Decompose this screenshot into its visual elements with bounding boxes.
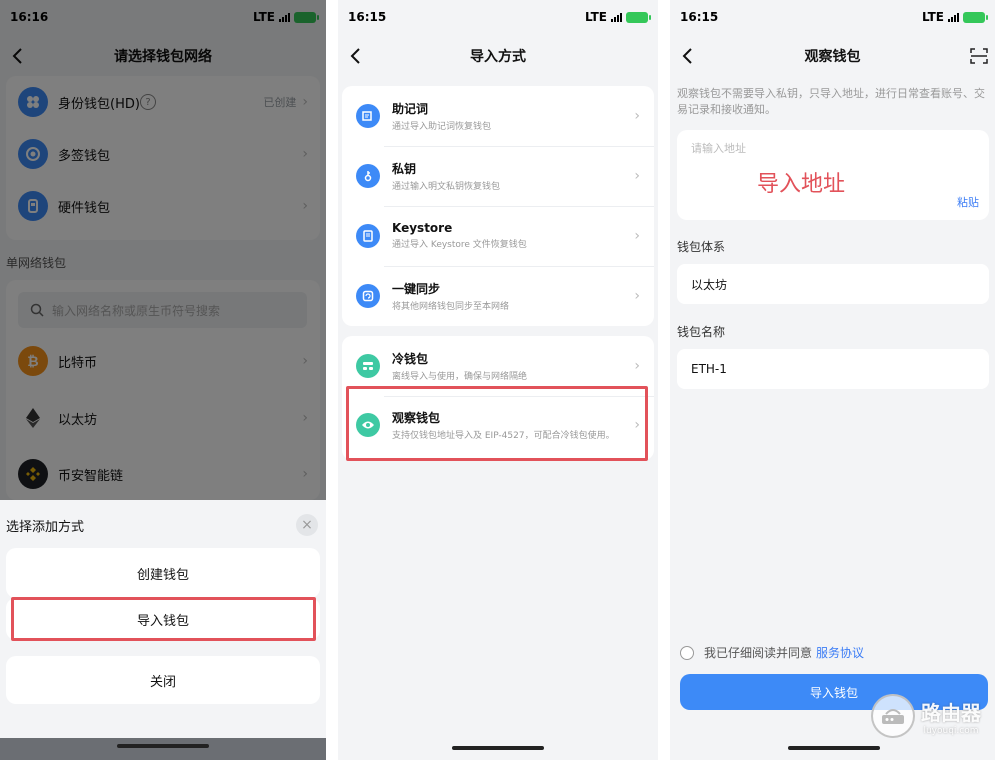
option-title: 私钥 — [392, 161, 417, 176]
highlight-box — [11, 597, 316, 641]
watermark-domain: luyouqi.com — [923, 725, 979, 736]
screen-import-method: 16:15 LTE 导入方式 助记词通过导入助记词恢复钱包 › 私钥通过输入明文… — [338, 0, 658, 760]
bottom-bar — [0, 738, 326, 760]
page-title: 导入方式 — [470, 49, 526, 65]
address-placeholder: 请输入地址 — [691, 142, 746, 155]
wallet-system-label: 钱包体系 — [677, 240, 726, 254]
create-wallet-button[interactable]: 创建钱包 — [6, 548, 320, 598]
network-type: LTE — [584, 10, 607, 24]
watermark: 路由器 luyouqi.com — [871, 694, 981, 738]
option-one-click-sync[interactable]: 一键同步将其他网络钱包同步至本网络 › — [342, 266, 654, 326]
network-type: LTE — [921, 10, 944, 24]
address-input[interactable]: 请输入地址 导入地址 粘贴 — [677, 130, 989, 220]
service-agreement-link[interactable]: 服务协议 — [816, 644, 864, 661]
keystore-icon — [356, 224, 380, 248]
signal-icon — [611, 12, 622, 22]
sync-icon — [356, 284, 380, 308]
close-button[interactable]: 关闭 — [6, 656, 320, 704]
screen-watch-wallet: 16:15 LTE 观察钱包 观察钱包不需要导入私钥，只导入地址，进行日常查看账… — [670, 0, 995, 760]
nav-bar: 观察钱包 — [670, 38, 995, 74]
back-icon[interactable] — [346, 46, 366, 66]
annotation-label: 导入地址 — [757, 172, 846, 197]
sheet-title: 选择添加方式 — [6, 520, 85, 535]
agree-checkbox[interactable] — [680, 645, 694, 660]
home-indicator — [452, 746, 544, 750]
back-icon[interactable] — [678, 46, 698, 66]
scan-icon[interactable] — [969, 46, 989, 66]
screen-select-network: 16:16 LTE 请选择钱包网络 身份钱包(HD) ? 已创建 › 多签钱包 … — [0, 0, 326, 760]
key-icon — [356, 164, 380, 188]
option-subtitle: 将其他网络钱包同步至本网络 — [392, 301, 510, 312]
home-indicator — [788, 746, 880, 750]
action-sheet: 选择添加方式 × 创建钱包 导入钱包 关闭 — [0, 500, 326, 760]
agreement-row[interactable]: 我已仔细阅读并同意 服务协议 — [680, 644, 864, 661]
modal-overlay[interactable] — [0, 0, 326, 500]
option-title: Keystore — [392, 221, 453, 235]
chevron-right-icon: › — [634, 168, 640, 184]
signal-icon — [948, 12, 959, 22]
nav-bar: 导入方式 — [338, 38, 658, 74]
battery-icon — [626, 11, 651, 23]
chevron-right-icon: › — [634, 288, 640, 304]
status-bar: 16:15 LTE — [338, 0, 658, 34]
agree-text: 我已仔细阅读并同意 — [704, 646, 813, 660]
option-subtitle: 离线导入与使用，确保与网络隔绝 — [392, 371, 528, 382]
option-private-key[interactable]: 私钥通过输入明文私钥恢复钱包 › — [342, 146, 654, 206]
paste-button[interactable]: 粘贴 — [957, 194, 979, 210]
status-time: 16:15 — [680, 10, 719, 24]
wallet-system-field[interactable]: 以太坊 — [677, 264, 989, 304]
option-keystore[interactable]: Keystore 通过导入 Keystore 文件恢复钱包 › — [342, 206, 654, 266]
option-title: 助记词 — [392, 101, 429, 116]
wallet-name-label: 钱包名称 — [677, 325, 726, 339]
mnemonic-icon — [356, 104, 380, 128]
option-subtitle: 通过导入 Keystore 文件恢复钱包 — [392, 240, 527, 250]
highlight-box — [346, 386, 648, 461]
option-mnemonic[interactable]: 助记词通过导入助记词恢复钱包 › — [342, 86, 654, 146]
chevron-right-icon: › — [634, 358, 640, 374]
chevron-right-icon: › — [634, 228, 640, 244]
watermark-text: 路由器 — [921, 700, 981, 725]
wallet-name-field[interactable]: ETH-1 — [677, 349, 989, 389]
status-bar: 16:15 LTE — [670, 0, 995, 34]
close-icon[interactable]: × — [296, 514, 318, 536]
description-text: 观察钱包不需要导入私钥，只导入地址，进行日常查看账号、交易记录和接收通知。 — [677, 87, 985, 116]
cold-wallet-icon — [356, 354, 380, 378]
page-title: 观察钱包 — [804, 49, 861, 65]
option-title: 冷钱包 — [392, 351, 429, 366]
option-subtitle: 通过输入明文私钥恢复钱包 — [392, 181, 501, 192]
home-indicator — [117, 744, 209, 748]
chevron-right-icon: › — [634, 108, 640, 124]
option-subtitle: 通过导入助记词恢复钱包 — [392, 121, 492, 132]
status-time: 16:15 — [348, 10, 387, 24]
router-logo-icon — [871, 694, 915, 738]
battery-icon — [963, 11, 988, 23]
option-title: 一键同步 — [392, 281, 441, 296]
